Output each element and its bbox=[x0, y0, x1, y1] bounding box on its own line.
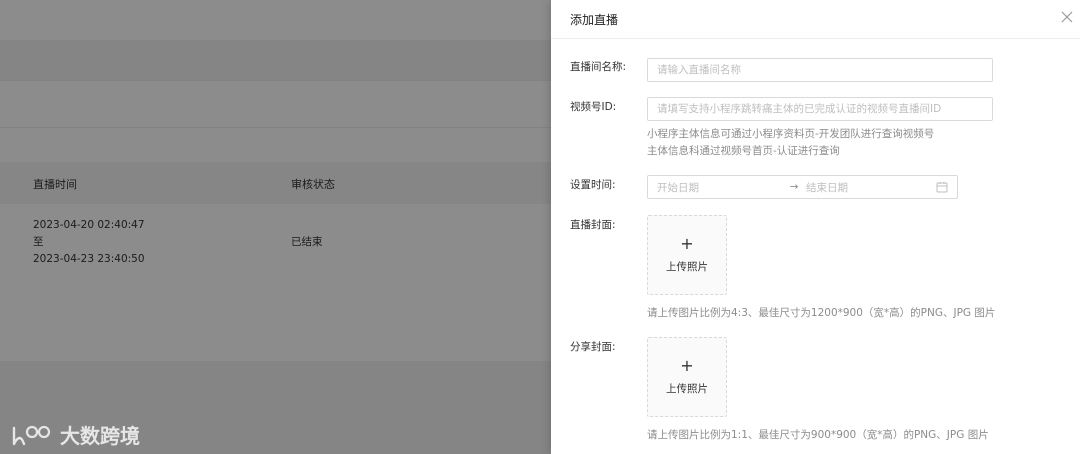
time-label: 设置时间: bbox=[570, 179, 616, 191]
video-id-label: 视频号ID: bbox=[570, 101, 617, 113]
plus-icon: + bbox=[680, 234, 694, 253]
watermark-text: 大数跨境 bbox=[60, 424, 140, 448]
video-id-hint-line1: 小程序主体信息可通过小程序资料页-开发团队进行查询视频号 bbox=[647, 128, 935, 140]
range-arrow-icon: → bbox=[789, 181, 799, 193]
date-range-picker[interactable]: 开始日期 → 结束日期 bbox=[647, 175, 958, 199]
live-cover-hint: 请上传图片比例为4:3、最佳尺寸为1200*900（宽*高）的PNG、JPG 图… bbox=[647, 307, 996, 319]
upload-label: 上传照片 bbox=[666, 261, 708, 273]
start-date-input[interactable]: 开始日期 bbox=[657, 180, 782, 195]
video-id-hint: 小程序主体信息可通过小程序资料页-开发团队进行查询视频号 主体信息科通过视频号首… bbox=[647, 126, 934, 160]
live-cover-upload-button[interactable]: + 上传照片 bbox=[647, 215, 727, 295]
video-id-input[interactable] bbox=[648, 98, 992, 120]
live-name-input[interactable] bbox=[648, 59, 992, 81]
drawer-title: 添加直播 bbox=[570, 13, 619, 27]
live-name-label: 直播间名称: bbox=[570, 61, 627, 73]
drawer-header: 添加直播 bbox=[551, 0, 1080, 39]
brand-logo-icon bbox=[12, 425, 51, 445]
video-id-hint-line2: 主体信息科通过视频号首页-认证进行查询 bbox=[647, 145, 840, 157]
close-icon[interactable] bbox=[1060, 10, 1074, 24]
end-date-input[interactable]: 结束日期 bbox=[806, 180, 936, 195]
video-id-field bbox=[647, 97, 993, 121]
share-cover-upload-button[interactable]: + 上传照片 bbox=[647, 337, 727, 417]
calendar-icon bbox=[936, 182, 948, 193]
watermark: 大数跨境 bbox=[10, 420, 140, 449]
share-cover-hint: 请上传图片比例为1:1、最佳尺寸为900*900（宽*高）的PNG、JPG 图片 bbox=[647, 429, 989, 441]
live-name-field bbox=[647, 58, 993, 82]
plus-icon: + bbox=[680, 356, 694, 375]
add-live-drawer: 添加直播 直播间名称: 视频号ID: 小程序主体信息可通过小程序资料页-开发团队… bbox=[551, 0, 1080, 454]
share-cover-label: 分享封面: bbox=[570, 341, 616, 353]
live-cover-label: 直播封面: bbox=[570, 219, 616, 231]
upload-label: 上传照片 bbox=[666, 383, 708, 395]
